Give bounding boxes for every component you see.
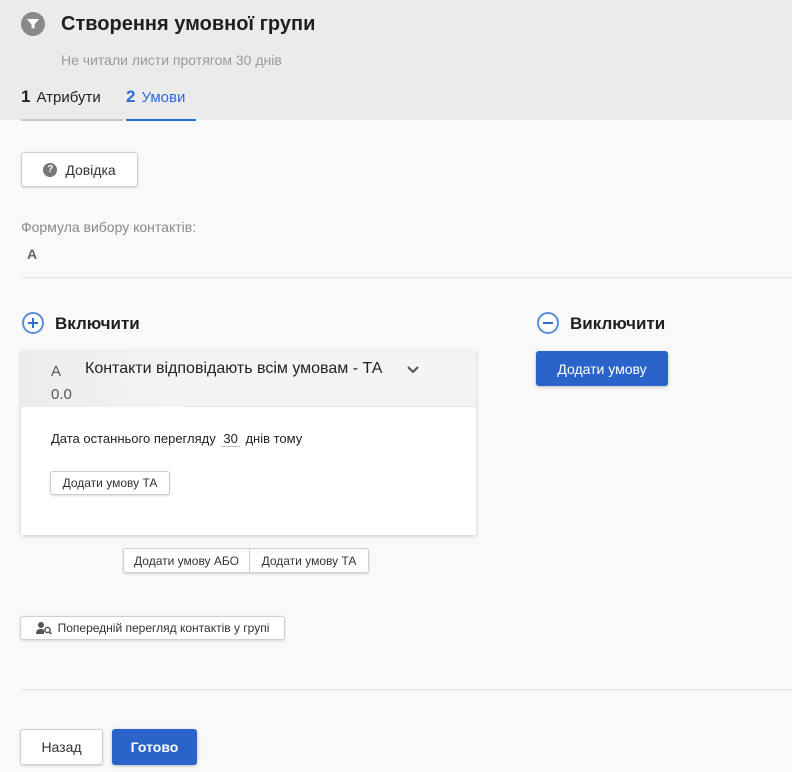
help-button[interactable]: ? Довідка [21, 152, 138, 187]
tab-number: 1 [21, 87, 31, 106]
question-circle-icon: ? [43, 162, 58, 177]
add-and-condition-button[interactable]: Додати умову ТА [50, 471, 170, 495]
condition-group-title: Контакти відповідають всім умовам - ТА [85, 360, 383, 377]
exclude-title: Виключити [570, 314, 666, 333]
tab-attributes[interactable]: 1 Атрибути [21, 87, 123, 121]
header: Створення умовної групи Не читали листи … [0, 0, 792, 121]
include-title: Включити [55, 314, 140, 333]
add-condition-group: Додати умову АБО Додати умову ТА [123, 548, 369, 573]
tab-number: 2 [126, 87, 136, 106]
condition-value[interactable]: 30 [221, 431, 240, 447]
tab-label: Умови [141, 89, 186, 106]
page-subtitle: Не читали листи протягом 30 днів [61, 52, 282, 68]
back-button[interactable]: Назад [20, 729, 103, 765]
chevron-down-icon[interactable] [407, 361, 419, 379]
plus-circle-icon[interactable] [22, 312, 44, 334]
divider [21, 277, 792, 278]
condition-suffix: днів тому [245, 431, 303, 446]
add-or-condition-button[interactable]: Додати умову АБО [124, 549, 250, 572]
condition-group-index: 0.0 [51, 386, 72, 403]
condition-row[interactable]: Дата останнього перегляду 30 днів тому [51, 431, 302, 447]
preview-contacts-button[interactable]: Попередній перегляд контактів у групі [20, 616, 285, 640]
condition-prefix: Дата останнього перегляду [51, 431, 216, 446]
condition-group-id: A 0.0 [51, 361, 81, 405]
preview-contacts-label: Попередній перегляд контактів у групі [57, 621, 270, 635]
condition-group-card: A 0.0 Контакти відповідають всім умовам … [21, 351, 476, 535]
page-title: Створення умовної групи [61, 13, 316, 35]
minus-circle-icon[interactable] [537, 312, 559, 334]
formula-label: Формула вибору контактів: [21, 219, 197, 235]
divider [21, 689, 792, 690]
formula-value: A [27, 246, 38, 262]
tab-label: Атрибути [36, 89, 101, 106]
funnel-icon [21, 12, 45, 36]
condition-group-letter: A [51, 363, 62, 380]
tab-conditions[interactable]: 2 Умови [126, 87, 196, 121]
add-exclude-condition-button[interactable]: Додати умову [536, 351, 668, 386]
user-search-icon [35, 622, 52, 635]
condition-group-header[interactable]: A 0.0 Контакти відповідають всім умовам … [21, 351, 476, 407]
help-button-label: Довідка [65, 161, 116, 178]
add-and-group-button[interactable]: Додати умову ТА [250, 549, 368, 572]
done-button[interactable]: Готово [112, 729, 197, 765]
